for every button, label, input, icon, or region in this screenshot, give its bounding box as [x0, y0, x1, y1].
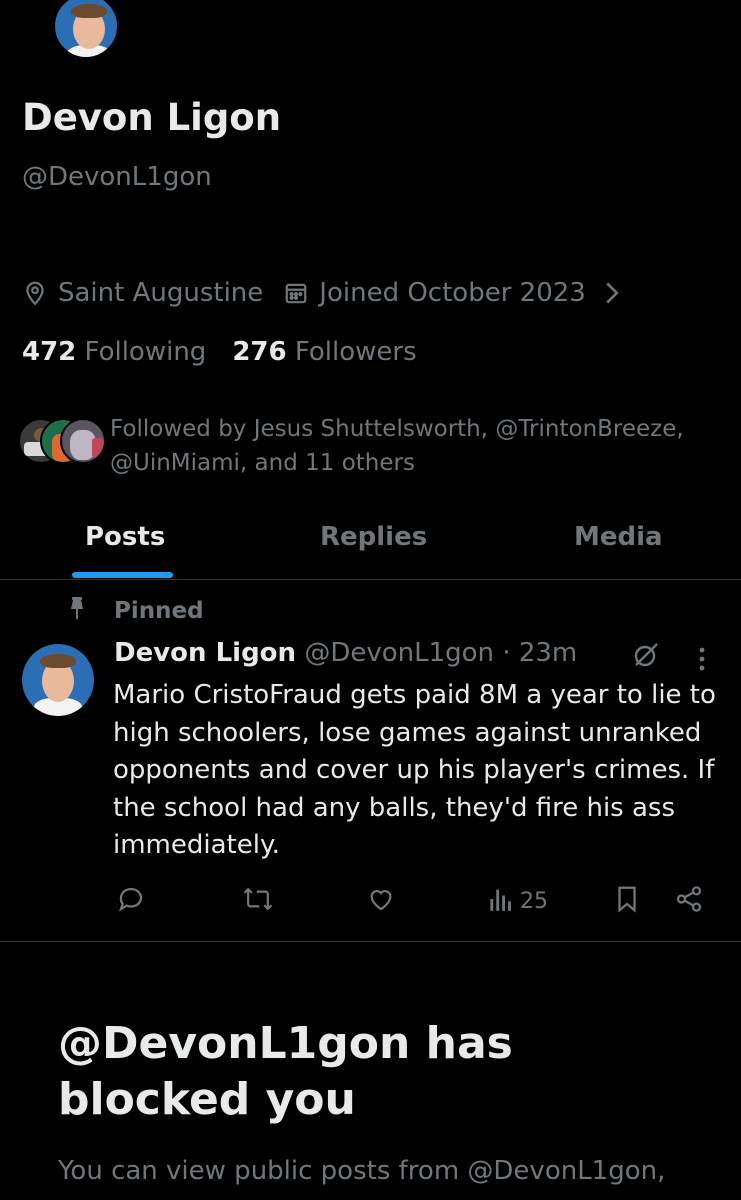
profile-avatar[interactable] [52, 0, 120, 60]
post-divider [0, 941, 741, 942]
tab-media[interactable]: Media [574, 522, 663, 552]
tab-posts[interactable]: Posts [85, 522, 165, 552]
tab-replies[interactable]: Replies [320, 522, 427, 552]
following-label: Following [84, 337, 207, 367]
post-author-avatar[interactable] [22, 644, 94, 716]
blocked-description: You can view public posts from @DevonL1g… [58, 1156, 666, 1186]
repost-icon [242, 884, 274, 918]
profile-meta-row: Saint Augustine Joined October 2023 [22, 278, 620, 308]
follower-avatar [60, 418, 106, 464]
reply-icon [116, 884, 146, 918]
pinned-label: Pinned [114, 598, 204, 624]
follow-stats: 472 Following 276 Followers [22, 337, 417, 367]
post-author-name[interactable]: Devon Ligon [114, 638, 296, 668]
following-count: 472 [22, 337, 77, 367]
like-button[interactable] [366, 884, 396, 918]
following-link[interactable]: 472 Following [22, 337, 206, 367]
active-tab-indicator [72, 572, 173, 578]
profile-handle: @DevonL1gon [22, 162, 212, 192]
followers-count: 276 [232, 337, 287, 367]
followed-by-text: Followed by Jesus Shuttelsworth, @Trinto… [110, 416, 684, 476]
joined-date[interactable]: Joined October 2023 [283, 278, 620, 308]
followed-by-row[interactable]: Followed by Jesus Shuttelsworth, @Trinto… [18, 412, 718, 480]
post-header: Devon Ligon @DevonL1gon · 23m [114, 638, 577, 668]
pinned-indicator: Pinned [68, 596, 204, 626]
profile-page: Devon Ligon @DevonL1gon Saint Augustine [0, 0, 741, 1200]
post-actions: 25 [0, 880, 741, 920]
bookmark-button[interactable] [614, 884, 640, 918]
location: Saint Augustine [22, 278, 263, 308]
blocked-heading: @DevonL1gon has blocked you [58, 1018, 513, 1125]
calendar-icon [283, 280, 309, 306]
followed-by-avatars [18, 412, 108, 464]
views-button[interactable]: 25 [488, 884, 548, 918]
pin-icon [68, 596, 86, 626]
location-pin-icon [22, 280, 48, 306]
post-timestamp[interactable]: · 23m [502, 638, 577, 668]
location-text: Saint Augustine [58, 278, 264, 308]
joined-text: Joined October 2023 [319, 278, 586, 308]
bookmark-icon [614, 884, 640, 918]
repost-button[interactable] [242, 884, 274, 918]
views-icon [488, 884, 514, 918]
followers-link[interactable]: 276 Followers [232, 337, 416, 367]
share-button[interactable] [674, 884, 704, 918]
followers-label: Followers [294, 337, 417, 367]
chevron-right-icon[interactable] [604, 281, 620, 305]
reply-button[interactable] [116, 884, 146, 918]
profile-display-name: Devon Ligon [22, 96, 282, 139]
like-icon [366, 884, 396, 918]
profile-tabs: Posts Replies Media [0, 512, 741, 580]
share-icon [674, 884, 704, 918]
views-count: 25 [520, 888, 548, 914]
grok-icon[interactable] [630, 640, 660, 674]
post-body: Mario CristoFraud gets paid 8M a year to… [113, 680, 716, 860]
more-icon[interactable] [696, 646, 708, 676]
post-author-handle[interactable]: @DevonL1gon [304, 638, 494, 668]
